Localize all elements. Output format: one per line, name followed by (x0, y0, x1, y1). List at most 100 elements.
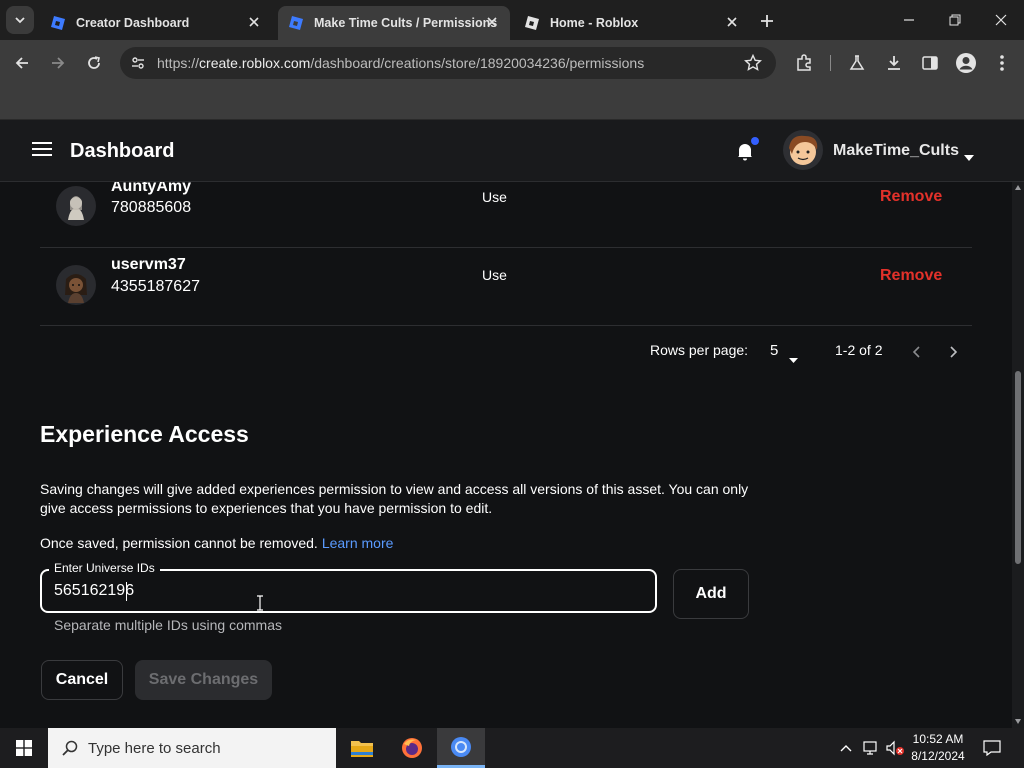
user-name: AuntyAmy (111, 182, 192, 195)
learn-more-link[interactable]: Learn more (322, 535, 394, 551)
reload-button[interactable] (80, 49, 108, 77)
scroll-down-icon[interactable] (1015, 719, 1021, 724)
browser-tab-strip: Creator Dashboard Make Time Cults / Perm… (0, 0, 1024, 40)
permission-notice: Once saved, permission cannot be removed… (40, 535, 393, 551)
notification-dot (751, 137, 759, 145)
flask-icon (849, 55, 865, 70)
windows-taskbar: Type here to search 10:52 AM 8/12/2024 (0, 728, 1024, 768)
notice-text: Once saved, permission cannot be removed… (40, 535, 318, 551)
scrollbar-thumb[interactable] (1015, 371, 1021, 564)
system-clock[interactable]: 10:52 AM 8/12/2024 (905, 731, 971, 765)
username[interactable]: MakeTime_Cults (833, 142, 959, 160)
plus-icon (761, 15, 773, 27)
firefox-icon[interactable] (388, 728, 436, 768)
close-icon (995, 14, 1007, 26)
roblox-studio-icon (288, 15, 304, 31)
start-button[interactable] (0, 728, 48, 768)
windows-logo-icon (16, 740, 32, 756)
permission-level: Use (482, 189, 507, 205)
taskbar-search[interactable]: Type here to search (48, 728, 336, 768)
url-text: https://create.roblox.com/dashboard/crea… (157, 55, 644, 71)
bookmarks-bar (0, 86, 1024, 120)
downloads-button[interactable] (880, 49, 908, 77)
input-label: Enter Universe IDs (49, 561, 160, 575)
remove-button[interactable]: Remove (880, 188, 942, 206)
profile-button[interactable] (952, 49, 980, 77)
ibeam-cursor-icon (256, 595, 264, 611)
network-icon[interactable] (861, 738, 881, 758)
close-window-button[interactable] (978, 0, 1024, 40)
scroll-up-icon[interactable] (1015, 185, 1021, 190)
kebab-menu-icon (1000, 55, 1004, 71)
tab-title: Make Time Cults / Permissions (314, 16, 498, 30)
user-avatar (56, 265, 96, 305)
profile-icon (956, 53, 976, 73)
new-tab-button[interactable] (756, 10, 778, 32)
bookmark-star-icon[interactable] (743, 53, 763, 77)
rows-per-page-select[interactable]: 5 (770, 342, 778, 359)
permission-level: Use (482, 267, 507, 283)
minimize-icon (904, 19, 914, 21)
search-icon (62, 740, 78, 756)
clock-date: 8/12/2024 (911, 749, 965, 763)
user-avatar[interactable] (783, 130, 823, 170)
tab-title: Creator Dashboard (76, 16, 190, 30)
extensions-button[interactable] (790, 49, 818, 77)
labs-button[interactable] (843, 49, 871, 77)
add-button[interactable]: Add (673, 569, 749, 619)
minimize-button[interactable] (886, 0, 932, 40)
cancel-button[interactable]: Cancel (41, 660, 123, 700)
save-changes-button[interactable]: Save Changes (135, 660, 272, 700)
tab-title: Home - Roblox (550, 16, 639, 30)
tab-search-button[interactable] (6, 6, 34, 34)
chevron-down-icon (15, 17, 25, 24)
reload-icon (88, 56, 100, 69)
tab-creator-dashboard[interactable]: Creator Dashboard (40, 6, 272, 40)
clock-time: 10:52 AM (912, 732, 964, 746)
notification-center-icon[interactable] (982, 738, 1002, 758)
hamburger-menu-icon[interactable] (32, 142, 52, 160)
roblox-studio-icon (50, 15, 66, 31)
arrow-left-icon (15, 57, 28, 69)
main-content: AuntyAmy 780885608 Use Remove uservm37 4… (0, 182, 1012, 728)
toolbar-divider (830, 55, 831, 71)
close-icon[interactable] (246, 14, 262, 30)
tab-roblox-home[interactable]: Home - Roblox (514, 6, 750, 40)
browser-menu-button[interactable] (988, 49, 1016, 77)
arrow-right-icon (52, 57, 65, 69)
side-panel-button[interactable] (916, 49, 944, 77)
file-explorer-icon[interactable] (338, 728, 386, 768)
section-title: Experience Access (40, 421, 249, 447)
download-icon (888, 56, 900, 70)
site-settings-icon[interactable] (130, 55, 146, 76)
volume-muted-icon[interactable] (885, 738, 905, 758)
remove-button[interactable]: Remove (880, 267, 942, 285)
close-icon[interactable] (724, 14, 740, 30)
url-path: /dashboard/creations/store/18920034236/p… (310, 55, 645, 71)
address-bar[interactable]: https://create.roblox.com/dashboard/crea… (120, 47, 776, 79)
side-panel-icon (922, 56, 938, 70)
url-host: create.roblox.com (199, 55, 311, 71)
caret-down-icon[interactable] (964, 148, 974, 161)
chevron-right-icon[interactable] (948, 345, 958, 363)
browser-toolbar: https://create.roblox.com/dashboard/crea… (0, 40, 1024, 86)
chrome-icon[interactable] (437, 728, 485, 768)
section-description: Saving changes will give added experienc… (40, 481, 749, 516)
search-placeholder: Type here to search (88, 739, 221, 757)
page-title: Dashboard (70, 140, 175, 162)
restore-button[interactable] (932, 0, 978, 40)
chevron-left-icon[interactable] (912, 345, 922, 363)
input-value: 565162196 (54, 582, 135, 599)
forward-button[interactable] (44, 49, 72, 77)
text-caret (126, 582, 127, 601)
chevron-up-icon[interactable] (836, 738, 856, 758)
back-button[interactable] (8, 49, 36, 77)
tab-permissions[interactable]: Make Time Cults / Permissions (278, 6, 510, 40)
rows-per-page-label: Rows per page: (650, 342, 749, 358)
table-row: uservm37 4355187627 Use Remove (40, 248, 972, 326)
table-row: AuntyAmy 780885608 Use Remove (40, 182, 972, 248)
close-icon[interactable] (484, 14, 500, 30)
restore-icon (949, 14, 961, 26)
caret-down-icon[interactable] (789, 350, 798, 368)
pagination-range: 1-2 of 2 (835, 342, 883, 358)
